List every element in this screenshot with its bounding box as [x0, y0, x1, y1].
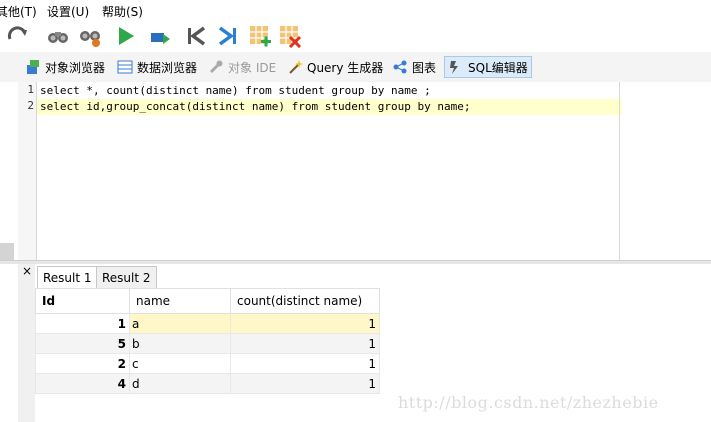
results-grid: Id name count(distinct name) 1 a 1 5 b 1… — [35, 288, 380, 394]
line-number: 1 — [27, 83, 34, 96]
menu-help[interactable]: 帮助(S) — [102, 3, 143, 20]
last-icon[interactable] — [216, 24, 240, 48]
first-icon[interactable] — [184, 24, 208, 48]
line-number-gutter: 1 2 — [18, 82, 37, 260]
tab-object-ide[interactable]: 对象 IDE — [205, 56, 279, 78]
results-left-strip — [18, 264, 35, 422]
tab-result-1[interactable]: Result 1 — [37, 266, 98, 288]
binoculars-icon[interactable] — [46, 24, 70, 48]
tab-object-browser-label: 对象浏览器 — [45, 60, 106, 75]
view-tabs-bar: 对象浏览器 数据浏览器 对象 IDE Query 生成器 图表 SQL编辑器 — [0, 52, 711, 83]
step-icon[interactable] — [148, 24, 172, 48]
table-row[interactable]: 1 a 1 — [35, 313, 380, 334]
cell-name[interactable]: a — [129, 313, 231, 334]
cell-count[interactable]: 1 — [230, 333, 380, 354]
cell-name[interactable]: c — [129, 353, 231, 374]
column-header-id[interactable]: Id — [35, 288, 130, 314]
editor-left-strip — [0, 82, 18, 260]
tab-object-browser[interactable]: 对象浏览器 — [22, 56, 108, 78]
cell-id[interactable]: 4 — [35, 373, 130, 394]
table-row[interactable]: 2 c 1 — [35, 353, 380, 374]
column-header-count[interactable]: count(distinct name) — [230, 288, 380, 314]
table-row[interactable]: 4 d 1 — [35, 373, 380, 394]
cell-count[interactable]: 1 — [230, 353, 380, 374]
object-browser-icon — [27, 60, 39, 74]
chart-icon — [393, 60, 407, 74]
tab-query-builder-label: Query 生成器 — [307, 60, 384, 75]
binoculars-gear-icon[interactable] — [78, 24, 102, 48]
editor-margin-line — [619, 82, 620, 260]
sql-editor[interactable]: 1 2 select *, count(distinct name) from … — [18, 82, 711, 260]
tab-chart-label: 图表 — [412, 60, 437, 75]
watermark: http://blog.csdn.net/zhezhebie — [398, 393, 659, 412]
cell-id[interactable]: 5 — [35, 333, 130, 354]
refresh-icon[interactable] — [6, 24, 30, 48]
data-browser-icon — [117, 60, 133, 74]
close-results-icon[interactable]: × — [22, 264, 32, 278]
sql-editor-icon — [450, 61, 458, 74]
header-row: Id name count(distinct name) — [35, 288, 380, 314]
tab-sql-editor-label: SQL编辑器 — [468, 60, 528, 75]
tab-data-browser-label: 数据浏览器 — [137, 60, 198, 75]
tab-sql-editor[interactable]: SQL编辑器 — [444, 56, 532, 78]
cell-id[interactable]: 2 — [35, 353, 130, 374]
main-toolbar — [0, 20, 711, 53]
line-number: 2 — [27, 99, 34, 112]
menu-other[interactable]: 其他(T) — [0, 3, 37, 20]
wand-icon — [289, 60, 303, 74]
cell-name[interactable]: b — [129, 333, 231, 354]
cell-count[interactable]: 1 — [230, 313, 380, 334]
editor-side-marker — [0, 243, 14, 260]
delete-row-icon[interactable] — [278, 24, 302, 48]
table-row[interactable]: 5 b 1 — [35, 333, 380, 354]
wrench-icon — [209, 60, 223, 74]
cell-name[interactable]: d — [129, 373, 231, 394]
cell-count[interactable]: 1 — [230, 373, 380, 394]
cell-id[interactable]: 1 — [35, 313, 130, 334]
run-icon[interactable] — [114, 24, 138, 48]
tab-data-browser[interactable]: 数据浏览器 — [114, 56, 200, 78]
tab-result-2[interactable]: Result 2 — [96, 266, 157, 288]
column-header-name[interactable]: name — [129, 288, 231, 314]
code-line-current[interactable]: select id,group_concat(distinct name) fr… — [37, 99, 622, 115]
tab-chart[interactable]: 图表 — [389, 56, 439, 78]
tab-query-builder[interactable]: Query 生成器 — [284, 56, 386, 78]
tab-object-ide-label: 对象 IDE — [228, 60, 277, 75]
add-row-icon[interactable] — [248, 24, 272, 48]
code-line[interactable]: select *, count(distinct name) from stud… — [40, 83, 431, 99]
menu-bar: 其他(T) 设置(U) 帮助(S) — [0, 0, 711, 20]
menu-settings[interactable]: 设置(U) — [47, 3, 89, 20]
